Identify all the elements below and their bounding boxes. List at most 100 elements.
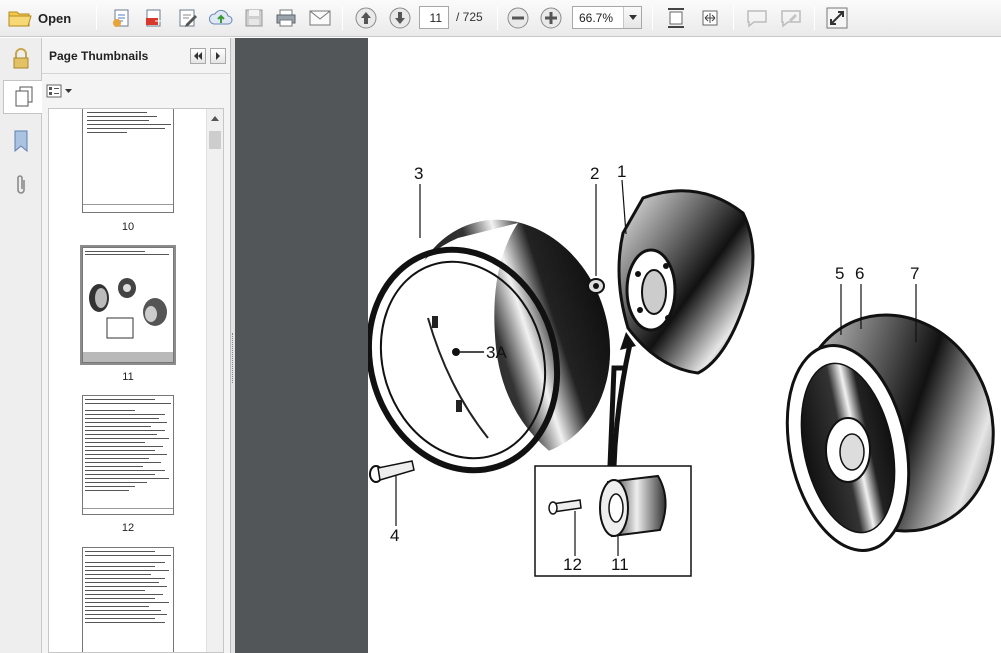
- text-line: [85, 590, 145, 591]
- text-line: [85, 614, 167, 615]
- wheel-center-part-1: [617, 189, 755, 375]
- text-line: [85, 610, 161, 611]
- text-line: [85, 478, 169, 479]
- text-line: [85, 551, 155, 552]
- callout-6: 6: [855, 264, 864, 283]
- pen-bubble-icon: [781, 10, 801, 28]
- zoom-dropdown-button[interactable]: [623, 7, 641, 28]
- envelope-icon: [309, 10, 331, 26]
- lock-icon: [13, 48, 29, 69]
- navigation-rail: [0, 38, 43, 653]
- panel-title: Page Thumbnails: [49, 49, 149, 63]
- scroll-thumb[interactable]: [209, 131, 221, 149]
- wheel-assembly-part-7: [785, 313, 995, 552]
- text-line: [85, 430, 165, 431]
- security-button[interactable]: [4, 42, 38, 76]
- text-line: [87, 132, 127, 133]
- email-button[interactable]: [305, 5, 335, 31]
- chevron-down-icon: [628, 15, 637, 20]
- text-line: [85, 574, 151, 575]
- text-line: [85, 414, 165, 415]
- minus-circle-icon: [507, 7, 529, 29]
- chevron-right-icon: [216, 52, 220, 60]
- callout-3: 3: [414, 164, 423, 183]
- toolbar-separator: [497, 6, 498, 30]
- arrow-down-circle-icon: [389, 7, 411, 29]
- text-line: [85, 474, 155, 475]
- toolbar-separator: [814, 6, 815, 30]
- text-line: [85, 490, 129, 491]
- save-disk-icon: [245, 9, 263, 27]
- footer-line: [83, 508, 173, 509]
- paperclip-icon: [17, 175, 25, 194]
- previous-page-button[interactable]: [352, 5, 380, 31]
- text-line: [85, 458, 149, 459]
- attachments-button[interactable]: [4, 168, 38, 202]
- nut-part-2: [587, 278, 605, 294]
- thumbnail-scrollbar[interactable]: [206, 109, 223, 652]
- page-total: / 725: [456, 10, 483, 24]
- zoom-in-button[interactable]: [538, 5, 564, 31]
- page-number-input[interactable]: [419, 6, 449, 29]
- thumbnail-page-10[interactable]: [82, 109, 174, 213]
- text-line: [85, 466, 143, 467]
- sign-button[interactable]: [776, 5, 806, 31]
- callout-11: 11: [611, 555, 629, 574]
- callout-12: 12: [563, 555, 582, 574]
- folder-icon: [8, 11, 32, 27]
- text-line: [85, 403, 171, 404]
- zoom-out-button[interactable]: [505, 5, 531, 31]
- fit-page-button[interactable]: [662, 5, 690, 31]
- text-line: [87, 112, 147, 113]
- splitter-grip[interactable]: [232, 333, 234, 383]
- text-line: [85, 418, 159, 419]
- text-line: [85, 462, 161, 463]
- callout-1: 1: [617, 162, 626, 181]
- thumbnail-page-12[interactable]: [82, 395, 174, 515]
- panel-header: Page Thumbnails: [42, 38, 230, 74]
- toolbar-separator: [733, 6, 734, 30]
- callout-3a: 3A: [486, 343, 507, 362]
- text-line: [85, 566, 155, 567]
- thumbnail-options-button[interactable]: [46, 82, 74, 100]
- printer-icon: [276, 9, 296, 27]
- zoom-select[interactable]: 66.7%: [572, 6, 642, 29]
- upload-button[interactable]: [206, 5, 236, 31]
- comment-button[interactable]: [742, 5, 772, 31]
- toolbar-separator: [96, 6, 97, 30]
- thumbnail-list: 10 11 12: [48, 108, 224, 653]
- thumbnail-figure: [89, 278, 167, 339]
- create-document-icon: [113, 9, 129, 27]
- expand-button[interactable]: [823, 5, 851, 31]
- text-line: [85, 578, 165, 579]
- scroll-up-button[interactable]: [207, 109, 223, 127]
- text-line: [85, 586, 167, 587]
- callout-2: 2: [590, 164, 599, 183]
- page-thumbnails-button[interactable]: [3, 80, 43, 114]
- text-line: [85, 570, 169, 571]
- double-chevron-left-icon: [194, 52, 202, 60]
- next-page-button[interactable]: [386, 5, 414, 31]
- pages-icon: [15, 86, 32, 107]
- text-line: [85, 438, 169, 439]
- print-button[interactable]: [272, 5, 300, 31]
- speech-bubble-icon: [747, 10, 767, 28]
- save-button[interactable]: [240, 5, 268, 31]
- bookmarks-button[interactable]: [4, 124, 38, 158]
- open-button[interactable]: Open: [8, 5, 88, 31]
- create-pdf-button[interactable]: [108, 5, 136, 31]
- expand-panel-button[interactable]: [210, 48, 226, 64]
- edit-button[interactable]: [174, 5, 202, 31]
- thumbnail-page-11[interactable]: [80, 245, 176, 365]
- text-line: [85, 470, 165, 471]
- collapse-panel-button[interactable]: [190, 48, 206, 64]
- pdf-convert-button[interactable]: [140, 5, 168, 31]
- options-list-icon: [46, 84, 62, 98]
- chevron-down-icon: [65, 89, 72, 93]
- cloud-upload-icon: [208, 9, 233, 25]
- text-line: [85, 562, 165, 563]
- callout-7: 7: [910, 264, 919, 283]
- fit-width-button[interactable]: [696, 5, 724, 31]
- thumbnail-page-13[interactable]: [82, 547, 174, 652]
- text-line: [85, 618, 155, 619]
